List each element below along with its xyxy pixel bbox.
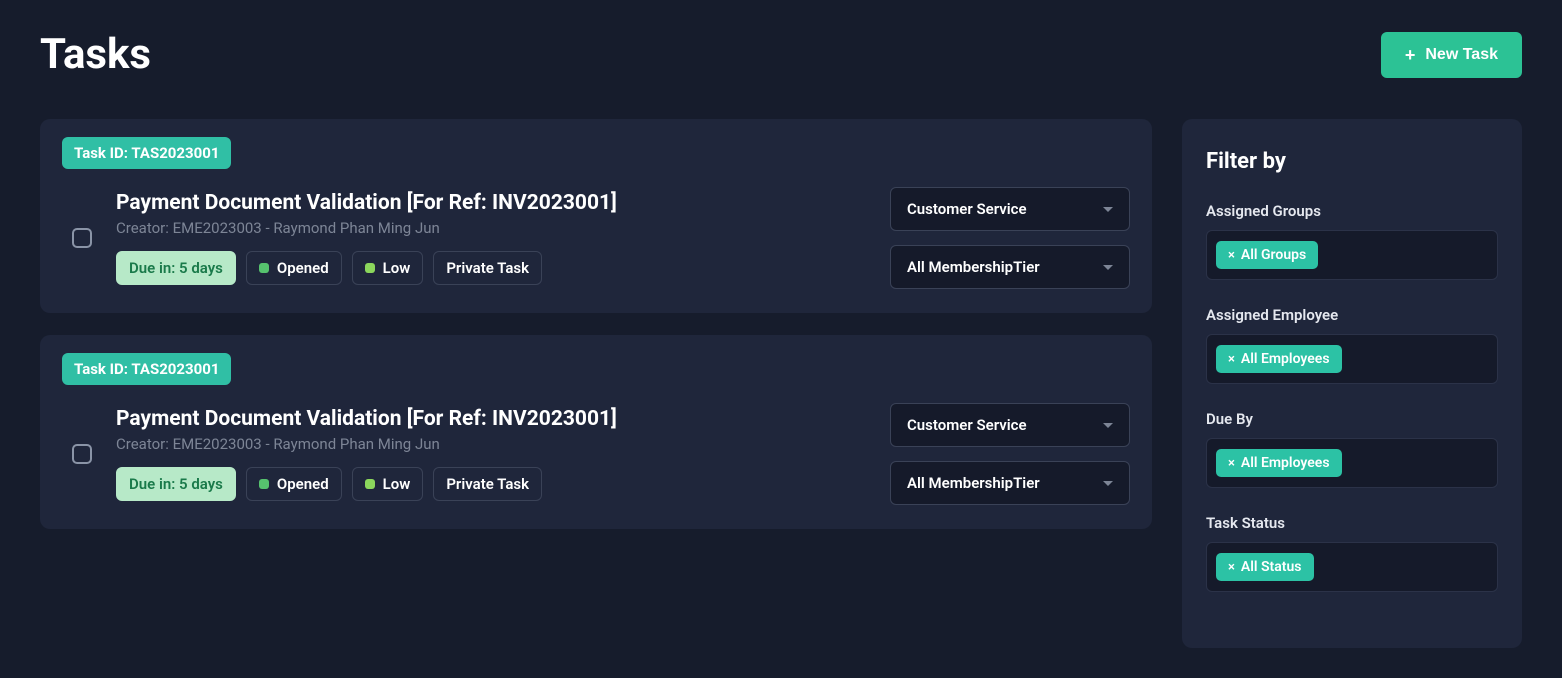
task-row: Payment Document Validation [For Ref: IN… bbox=[62, 403, 1130, 505]
status-dot-icon bbox=[259, 479, 269, 489]
group-select[interactable]: Customer Service bbox=[890, 187, 1130, 231]
group-select[interactable]: Customer Service bbox=[890, 403, 1130, 447]
task-creator: Creator: EME2023003 - Raymond Phan Ming … bbox=[116, 435, 866, 453]
task-row: Payment Document Validation [For Ref: IN… bbox=[62, 187, 1130, 289]
filter-chip-label: All Employees bbox=[1241, 351, 1330, 367]
filter-input-assigned-groups[interactable]: × All Groups bbox=[1206, 230, 1498, 280]
filter-input-assigned-employee[interactable]: × All Employees bbox=[1206, 334, 1498, 384]
filter-panel: Filter by Assigned Groups × All Groups A… bbox=[1182, 119, 1522, 648]
task-checkbox[interactable] bbox=[72, 228, 92, 248]
filter-label: Assigned Employee bbox=[1206, 306, 1498, 324]
status-pill-label: Opened bbox=[277, 259, 329, 277]
due-pill: Due in: 5 days bbox=[116, 251, 236, 285]
task-creator: Creator: EME2023003 - Raymond Phan Ming … bbox=[116, 219, 866, 237]
status-pill-label: Opened bbox=[277, 475, 329, 493]
priority-dot-icon bbox=[365, 263, 375, 273]
close-icon: × bbox=[1228, 561, 1235, 574]
filter-input-task-status[interactable]: × All Status bbox=[1206, 542, 1498, 592]
filter-input-due-by[interactable]: × All Employees bbox=[1206, 438, 1498, 488]
filter-chip-label: All Groups bbox=[1241, 247, 1306, 263]
task-pill-row: Due in: 5 days Opened Low Private Task bbox=[116, 467, 866, 501]
tier-select[interactable]: All MembershipTier bbox=[890, 461, 1130, 505]
tier-select-label: All MembershipTier bbox=[907, 258, 1040, 276]
tier-select-label: All MembershipTier bbox=[907, 474, 1040, 492]
task-selects: Customer Service All MembershipTier bbox=[890, 187, 1130, 289]
priority-pill-label: Low bbox=[383, 475, 411, 493]
filter-heading: Filter by bbox=[1206, 149, 1498, 174]
task-pill-row: Due in: 5 days Opened Low Private Task bbox=[116, 251, 866, 285]
page-header: Tasks + New Task bbox=[40, 30, 1522, 79]
task-id-badge: Task ID: TAS2023001 bbox=[62, 137, 231, 169]
chevron-down-icon bbox=[1103, 265, 1113, 270]
filter-group-due-by: Due By × All Employees bbox=[1206, 410, 1498, 488]
plus-icon: + bbox=[1405, 46, 1416, 64]
visibility-pill: Private Task bbox=[433, 251, 542, 285]
chevron-down-icon bbox=[1103, 207, 1113, 212]
new-task-label: New Task bbox=[1425, 46, 1498, 64]
filter-group-assigned-employee: Assigned Employee × All Employees bbox=[1206, 306, 1498, 384]
filter-chip-label: All Employees bbox=[1241, 455, 1330, 471]
task-main: Payment Document Validation [For Ref: IN… bbox=[116, 407, 866, 501]
filter-chip[interactable]: × All Status bbox=[1216, 553, 1314, 581]
priority-pill: Low bbox=[352, 251, 424, 285]
filter-chip[interactable]: × All Groups bbox=[1216, 241, 1318, 269]
task-card: Task ID: TAS2023001 Payment Document Val… bbox=[40, 335, 1152, 529]
tasks-column: Task ID: TAS2023001 Payment Document Val… bbox=[40, 119, 1152, 648]
filter-chip[interactable]: × All Employees bbox=[1216, 345, 1342, 373]
new-task-button[interactable]: + New Task bbox=[1381, 32, 1522, 78]
close-icon: × bbox=[1228, 353, 1235, 366]
priority-dot-icon bbox=[365, 479, 375, 489]
filter-chip-label: All Status bbox=[1241, 559, 1302, 575]
task-id-badge: Task ID: TAS2023001 bbox=[62, 353, 231, 385]
task-title: Payment Document Validation [For Ref: IN… bbox=[116, 191, 866, 215]
filter-label: Due By bbox=[1206, 410, 1498, 428]
group-select-label: Customer Service bbox=[907, 200, 1027, 218]
chevron-down-icon bbox=[1103, 423, 1113, 428]
chevron-down-icon bbox=[1103, 481, 1113, 486]
status-pill: Opened bbox=[246, 467, 342, 501]
filter-label: Task Status bbox=[1206, 514, 1498, 532]
task-main: Payment Document Validation [For Ref: IN… bbox=[116, 191, 866, 285]
filter-group-task-status: Task Status × All Status bbox=[1206, 514, 1498, 592]
filter-label: Assigned Groups bbox=[1206, 202, 1498, 220]
tier-select[interactable]: All MembershipTier bbox=[890, 245, 1130, 289]
task-card: Task ID: TAS2023001 Payment Document Val… bbox=[40, 119, 1152, 313]
priority-pill: Low bbox=[352, 467, 424, 501]
page-title: Tasks bbox=[40, 30, 151, 79]
priority-pill-label: Low bbox=[383, 259, 411, 277]
group-select-label: Customer Service bbox=[907, 416, 1027, 434]
filter-group-assigned-groups: Assigned Groups × All Groups bbox=[1206, 202, 1498, 280]
close-icon: × bbox=[1228, 249, 1235, 262]
due-pill: Due in: 5 days bbox=[116, 467, 236, 501]
task-selects: Customer Service All MembershipTier bbox=[890, 403, 1130, 505]
task-title: Payment Document Validation [For Ref: IN… bbox=[116, 407, 866, 431]
filter-chip[interactable]: × All Employees bbox=[1216, 449, 1342, 477]
status-pill: Opened bbox=[246, 251, 342, 285]
content-row: Task ID: TAS2023001 Payment Document Val… bbox=[40, 119, 1522, 648]
close-icon: × bbox=[1228, 457, 1235, 470]
visibility-pill: Private Task bbox=[433, 467, 542, 501]
task-checkbox[interactable] bbox=[72, 444, 92, 464]
status-dot-icon bbox=[259, 263, 269, 273]
